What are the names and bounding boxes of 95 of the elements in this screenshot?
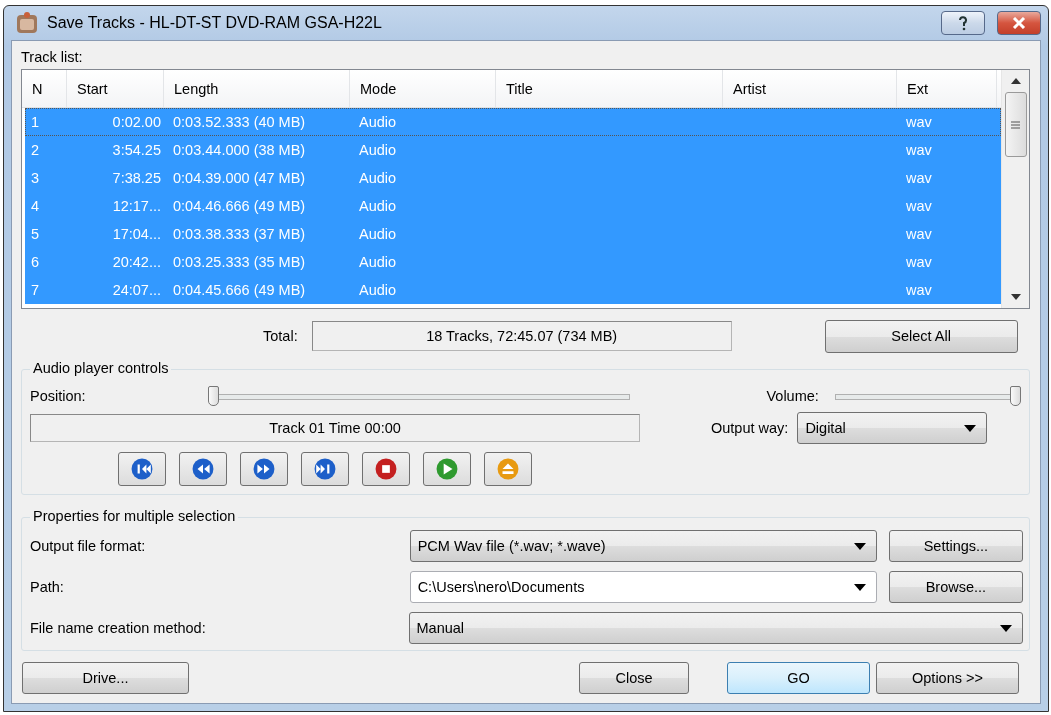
track-list-label: Track list: [21, 49, 84, 65]
fast-forward-icon [253, 458, 275, 480]
track-status-field: Track 01 Time 00:00 [30, 414, 640, 442]
table-cell-text: 5 [30, 226, 41, 242]
play-icon [436, 458, 458, 480]
table-cell-text: wav [905, 254, 933, 270]
table-cell-text: wav [905, 114, 933, 130]
column-header[interactable]: N [22, 70, 67, 107]
column-header[interactable]: Start [67, 70, 164, 107]
close-window-button[interactable] [997, 11, 1041, 35]
group-title: Properties for multiple selection [30, 508, 239, 524]
browse-button[interactable]: Browse... [888, 571, 1023, 603]
table-cell-text: 12:17... [111, 198, 162, 214]
table-cell-text: 0:03.25.333 (35 MB) [172, 254, 307, 270]
table-cell-text: 2 [30, 142, 41, 158]
path-combobox[interactable]: C:\Users\nero\Documents [409, 571, 877, 603]
table-cell-text: 1 [30, 114, 41, 130]
column-header[interactable]: Artist [723, 70, 897, 107]
table-cell-text: 0:04.46.666 (49 MB) [172, 198, 307, 214]
table-cell-text: 0:02.00 [111, 114, 162, 130]
stop-icon [375, 458, 397, 480]
format-dropdown[interactable]: Manual [408, 612, 1023, 644]
table-cell-text: 3:54.25 [111, 142, 162, 158]
skip-forward-icon [314, 458, 336, 480]
dialog-button[interactable]: GO [727, 662, 870, 694]
table-cell-text: 17:04... [111, 226, 162, 242]
table-cell-text: Audio [358, 142, 398, 158]
column-header[interactable]: Title [496, 70, 723, 107]
field-label: Path: [30, 579, 65, 595]
media-button[interactable] [362, 452, 410, 486]
media-button[interactable] [484, 452, 532, 486]
help-icon [958, 15, 968, 31]
column-header[interactable]: Length [164, 70, 350, 107]
skip-back-icon [131, 458, 153, 480]
scroll-down-icon[interactable] [1010, 294, 1021, 300]
dropdown-arrow-icon [853, 542, 866, 550]
table-cell-text: wav [905, 282, 933, 298]
help-button[interactable] [941, 11, 985, 35]
dialog-button[interactable]: Options >> [876, 662, 1019, 694]
media-button[interactable] [240, 452, 288, 486]
column-header[interactable]: Mode [350, 70, 496, 107]
table-cell-text: Audio [358, 170, 398, 186]
slider-thumb[interactable] [1010, 386, 1021, 406]
dropdown-arrow-icon [964, 424, 977, 432]
table-cell-text: Audio [358, 198, 398, 214]
table-cell-text: 20:42... [111, 254, 162, 270]
field-label: Output file format: [30, 538, 147, 554]
grip-icon [1011, 120, 1020, 129]
position-label: Position: [30, 388, 87, 404]
table-cell-text: Audio [358, 282, 398, 298]
select-all-button[interactable]: Select All [824, 319, 1018, 353]
browse-button[interactable]: Settings... [888, 530, 1023, 562]
field-label: File name creation method: [30, 620, 207, 636]
media-button[interactable] [423, 452, 471, 486]
table-cell-text: 0:03.52.333 (40 MB) [172, 114, 307, 130]
scroll-up-icon[interactable] [1010, 78, 1021, 84]
table-cell-text: wav [905, 170, 933, 186]
table-cell-text: 0:03.38.333 (37 MB) [172, 226, 307, 242]
vertical-scrollbar[interactable] [1001, 70, 1029, 308]
media-button[interactable] [301, 452, 349, 486]
table-cell-text: 3 [30, 170, 41, 186]
volume-label: Volume: [766, 388, 819, 404]
table-cell-text: wav [905, 226, 933, 242]
table-cell-text: 6 [30, 254, 41, 270]
rewind-icon [192, 458, 214, 480]
table-cell-text: 0:04.39.000 (47 MB) [172, 170, 307, 186]
output-way-dropdown[interactable]: Digital [797, 412, 988, 444]
dropdown-arrow-icon [1000, 624, 1012, 632]
table-cell-text: wav [905, 198, 933, 214]
table-cell-text: 0:04.45.666 (49 MB) [172, 282, 307, 298]
window-title: Save Tracks - HL-DT-ST DVD-RAM GSA-H22L [47, 14, 383, 32]
column-header[interactable]: Ext [897, 70, 997, 107]
group-title: Audio player controls [30, 360, 172, 376]
slider-thumb[interactable] [208, 386, 220, 406]
table-cell-text: 4 [30, 198, 41, 214]
dialog-button[interactable]: Close [579, 662, 689, 694]
total-label: Total: [263, 328, 298, 344]
table-cell-text: 7:38.25 [111, 170, 162, 186]
output-way-label: Output way: [711, 420, 789, 436]
media-button[interactable] [118, 452, 166, 486]
format-dropdown[interactable]: PCM Wav file (*.wav; *.wave) [409, 530, 877, 562]
table-cell-text: Audio [358, 114, 398, 130]
table-cell-text: wav [905, 142, 933, 158]
total-field: 18 Tracks, 72:45.07 (734 MB) [311, 321, 732, 351]
media-button[interactable] [179, 452, 227, 486]
eject-icon [497, 458, 519, 480]
table-cell-text: 7 [30, 282, 41, 298]
table-cell-text: 0:03.44.000 (38 MB) [172, 142, 307, 158]
table-cell-text: Audio [358, 254, 398, 270]
dropdown-arrow-icon [853, 583, 866, 591]
table-cell-text: Audio [358, 226, 398, 242]
table-cell-text: 24:07... [111, 282, 162, 298]
app-icon [15, 11, 39, 35]
dialog-button[interactable]: Drive... [22, 662, 189, 694]
close-icon [1012, 17, 1026, 29]
